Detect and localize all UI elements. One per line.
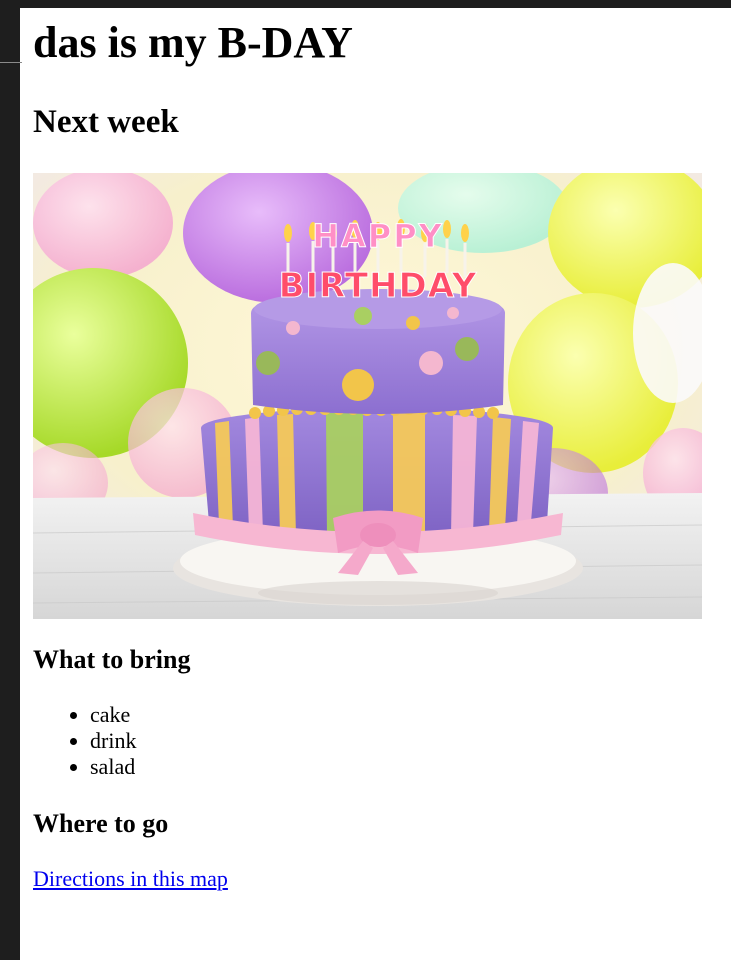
birthday-candle-text: BIRTHDAY [279,266,478,306]
happy-candle-text: HAPPY [312,217,444,255]
window-top-bar [0,0,731,8]
directions-map-link[interactable]: Directions in this map [33,866,228,891]
list-item: salad [90,754,136,780]
page-title: das is my B-DAY [33,18,353,67]
page-subtitle: Next week [33,104,179,140]
list-item: drink [90,728,136,754]
list-item: cake [90,702,136,728]
where-to-go-heading: Where to go [33,809,169,838]
window-left-bar [0,0,20,960]
what-to-bring-heading: What to bring [33,645,191,674]
window-edge-tick [0,62,22,63]
bring-list: cake drink salad [33,702,136,780]
birthday-cake-image: HAPPY BIRTHDAY [33,173,702,619]
